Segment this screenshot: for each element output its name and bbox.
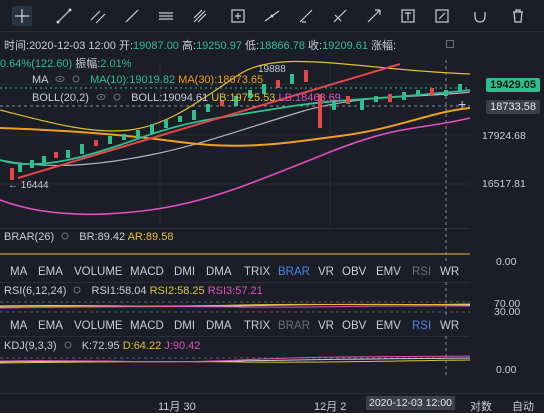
tab-rsi[interactable]: RSI [412, 266, 431, 278]
gear-icon[interactable] [112, 92, 122, 102]
tab-dmi[interactable]: DMI [174, 320, 195, 332]
tab-emv[interactable]: EMV [376, 266, 401, 278]
measure-icon[interactable] [330, 6, 350, 26]
tab-volume[interactable]: VOLUME [74, 266, 123, 278]
text-tool-icon[interactable] [398, 6, 418, 26]
tab-vr[interactable]: VR [318, 320, 334, 332]
tab-vr[interactable]: VR [318, 266, 334, 278]
high-value: 19250.97 [196, 40, 242, 52]
pitchfork-icon[interactable] [190, 6, 210, 26]
rsi-chart [0, 282, 470, 318]
crosshair-icon[interactable] [12, 6, 32, 26]
boll-legend: BOLL(20,2) BOLL:19094.61 UB:19725.53 LB:… [32, 92, 341, 104]
drawing-toolbar [0, 0, 544, 32]
brush-icon[interactable] [296, 6, 316, 26]
kdj-chart [0, 336, 470, 378]
tab-emv[interactable]: EMV [376, 320, 401, 332]
low-marker: ← 16444 [8, 180, 49, 191]
rectangle-icon[interactable] [228, 6, 248, 26]
ma30-value: MA(30):18673.65 [178, 74, 264, 86]
lb-value: LB:18463.69 [278, 92, 341, 104]
ohlc-info: 时间:2020-12-03 12:00 开:19087.00 高:19250.9… [4, 37, 396, 53]
boll-name: BOLL(20,2) [32, 92, 89, 104]
tab-brar[interactable]: BRAR [278, 320, 310, 332]
close-value: 19209.61 [322, 40, 368, 52]
tab-trix[interactable]: TRIX [244, 320, 270, 332]
time-value: 2020-12-03 12:00 [29, 40, 116, 52]
ub-value: UB:19725.53 [211, 92, 276, 104]
price-tick-1: 17924.68 [482, 130, 526, 142]
open-value: 19087.00 [133, 40, 179, 52]
auto-scale-toggle[interactable]: 自动 [512, 398, 534, 413]
open-label: 开: [118, 40, 134, 52]
low-label: 低: [245, 40, 260, 52]
parallel-channel-icon[interactable] [88, 6, 108, 26]
fib-line-icon[interactable] [262, 6, 282, 26]
tab-ema[interactable]: EMA [38, 266, 63, 278]
horizontal-line-icon[interactable] [156, 6, 176, 26]
ma-name: MA [32, 74, 48, 86]
divider [0, 393, 544, 394]
indicator-tabs-2: MA EMA VOLUME MACD DMI DMA TRIX BRAR VR … [0, 318, 544, 336]
add-icon[interactable]: + [458, 96, 466, 112]
boll-value: BOLL:19094.61 [131, 92, 209, 104]
tab-rsi[interactable]: RSI [412, 320, 431, 332]
tab-macd[interactable]: MACD [130, 266, 164, 278]
eye-icon[interactable] [55, 74, 65, 84]
low-value: 18866.78 [259, 40, 305, 52]
tab-trix[interactable]: TRIX [244, 266, 270, 278]
brar-chart [0, 228, 470, 262]
trash-icon[interactable] [508, 6, 528, 26]
gear-icon[interactable] [71, 74, 81, 84]
tab-dma[interactable]: DMA [206, 320, 232, 332]
log-scale-toggle[interactable]: 对数 [470, 398, 492, 413]
cursor-time-tag: 2020-12-03 12:00 [366, 396, 455, 410]
tab-brar[interactable]: BRAR [278, 266, 310, 278]
ma-legend: MA MA(10):19019.82 MA(30):18673.65 [32, 74, 263, 86]
time-axis: 11月 30 12月 2 对数 自动 [0, 395, 544, 413]
tab-ema[interactable]: EMA [38, 320, 63, 332]
arrow-icon[interactable] [364, 6, 384, 26]
current-price-tag: 19429.05 [486, 78, 540, 92]
tab-macd[interactable]: MACD [130, 320, 164, 332]
time-tick-2: 12月 2 [314, 401, 347, 413]
magnet-icon[interactable] [470, 6, 490, 26]
cursor-price-tag: 18733.58 [486, 100, 540, 114]
tab-wr[interactable]: WR [440, 266, 459, 278]
time-tick-1: 11月 30 [158, 401, 196, 413]
trend-line-icon[interactable] [54, 6, 74, 26]
tab-obv[interactable]: OBV [342, 266, 366, 278]
change-label: 涨幅: [371, 40, 397, 52]
price-tick-2: 16517.81 [482, 178, 526, 190]
time-label: 时间: [4, 40, 30, 52]
indicator-tabs-1: MA EMA VOLUME MACD DMI DMA TRIX BRAR VR … [0, 264, 544, 282]
tab-dmi[interactable]: DMI [174, 266, 195, 278]
high-marker: 19888 [258, 64, 286, 75]
tab-ma[interactable]: MA [10, 320, 27, 332]
high-label: 高: [182, 40, 197, 52]
rsi-axis-bottom: 30.00 [494, 306, 521, 318]
ma10-value: MA(10):19019.82 [90, 74, 176, 86]
tab-wr[interactable]: WR [440, 320, 459, 332]
tab-obv[interactable]: OBV [342, 320, 366, 332]
ray-icon[interactable] [122, 6, 142, 26]
eye-icon[interactable] [96, 92, 106, 102]
eraser-icon[interactable] [432, 6, 452, 26]
close-label: 收: [308, 40, 323, 52]
collapse-icon[interactable] [446, 40, 454, 48]
tab-volume[interactable]: VOLUME [74, 320, 123, 332]
tab-ma[interactable]: MA [10, 266, 27, 278]
kdj-axis-val: 0.00 [496, 364, 517, 376]
tab-dma[interactable]: DMA [206, 266, 232, 278]
